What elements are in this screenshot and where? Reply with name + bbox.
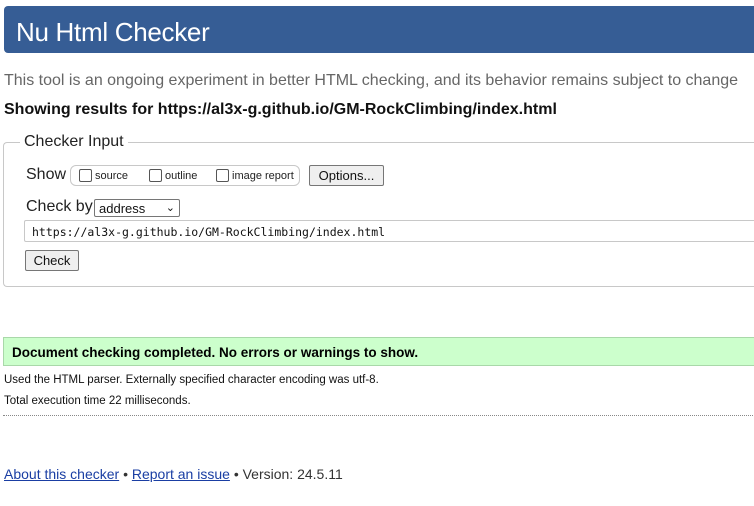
showing-results-heading: Showing results for https://al3x-g.githu… — [4, 101, 557, 118]
show-options-group: source outline image report — [70, 165, 300, 186]
page-title: Nu Html Checker — [16, 17, 210, 47]
divider — [3, 415, 754, 416]
chevron-down-icon: ⌄ — [165, 202, 175, 214]
source-checkbox[interactable] — [79, 169, 92, 182]
parser-info: Used the HTML parser. Externally specifi… — [4, 374, 379, 386]
check-by-select-value: address — [99, 201, 146, 216]
footer-separator: • — [123, 466, 128, 482]
show-label: Show — [26, 166, 67, 183]
footer-separator: • — [233, 466, 239, 482]
outline-checkbox-label[interactable]: outline — [165, 170, 197, 182]
outline-checkbox[interactable] — [149, 169, 162, 182]
page: Nu Html Checker This tool is an ongoing … — [0, 0, 754, 506]
check-by-select[interactable]: address ⌄ — [94, 199, 180, 217]
checker-input-fieldset: Checker Input Show source outline image … — [3, 133, 754, 287]
image-report-checkbox[interactable] — [216, 169, 229, 182]
image-report-checkbox-label[interactable]: image report — [232, 170, 294, 182]
intro-text: This tool is an ongoing experiment in be… — [4, 72, 739, 89]
success-message: Document checking completed. No errors o… — [12, 345, 419, 360]
check-by-label: Check by — [26, 198, 93, 215]
options-button[interactable]: Options... — [309, 165, 384, 186]
header-banner: Nu Html Checker — [4, 6, 754, 53]
footer: About this checker • Report an issue • V… — [4, 466, 343, 482]
source-checkbox-label[interactable]: source — [95, 170, 128, 182]
about-checker-link[interactable]: About this checker — [4, 466, 119, 482]
check-button[interactable]: Check — [25, 250, 79, 271]
report-issue-link[interactable]: Report an issue — [132, 466, 230, 482]
url-input[interactable]: https://al3x-g.github.io/GM-RockClimbing… — [24, 220, 754, 242]
execution-time: Total execution time 22 milliseconds. — [4, 395, 191, 407]
checker-input-legend: Checker Input — [20, 133, 128, 151]
version-text: Version: 24.5.11 — [242, 466, 343, 482]
success-message-box: Document checking completed. No errors o… — [3, 337, 754, 366]
